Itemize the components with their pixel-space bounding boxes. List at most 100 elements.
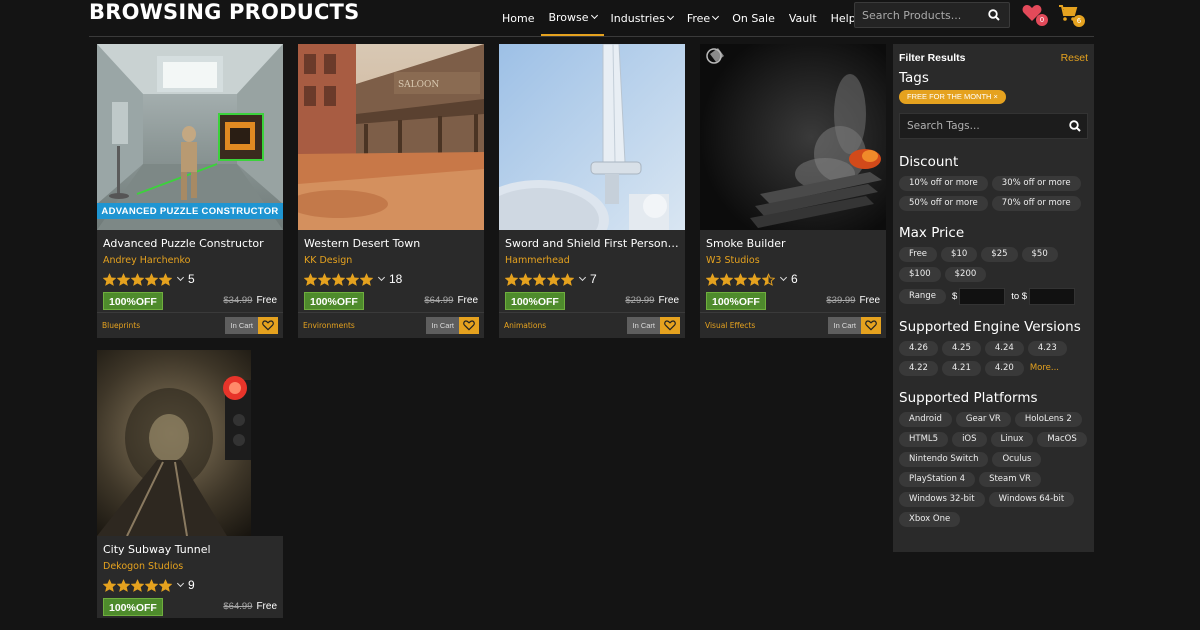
product-card[interactable]: ADVANCED PUZZLE CONSTRUCTOR Advanced Puz… [97,44,283,338]
rating-count: 9 [188,578,195,592]
product-name[interactable]: Sword and Shield First Person An... [505,236,679,252]
product-category[interactable]: Environments [303,321,355,330]
product-rating[interactable]: 5 [103,271,277,287]
product-rating[interactable]: 18 [304,271,478,287]
product-card[interactable]: Smoke Builder W3 Studios 6 100%OFF $39.9… [700,44,886,338]
tag-search-input[interactable] [907,120,1057,132]
discount-option[interactable]: 30% off or more [991,176,1081,191]
product-author[interactable]: Hammerhead [505,254,679,268]
product-category[interactable]: Animations [504,321,546,330]
platform-option[interactable]: Gear VR [955,412,1011,427]
star-filled-icon [519,272,532,286]
product-rating[interactable]: 7 [505,271,679,287]
star-filled-icon [505,272,518,286]
engine-version-option[interactable]: 4.26 [899,341,938,356]
nav-browse[interactable]: Browse [541,0,604,36]
platform-option[interactable]: Oculus [992,452,1042,467]
product-thumbnail[interactable] [700,44,886,230]
reset-filters-link[interactable]: Reset [1061,52,1088,64]
product-category[interactable]: Blueprints [102,321,140,330]
tags-heading: Tags [899,70,929,86]
platform-option[interactable]: Windows 64-bit [988,492,1075,507]
in-cart-button[interactable]: In Cart [426,317,459,334]
discount-option[interactable]: 10% off or more [899,176,988,191]
product-search-input[interactable] [855,8,983,22]
engine-version-option[interactable]: 4.21 [941,361,981,376]
range-max-input[interactable] [1029,288,1076,305]
original-price: $29.99 [625,295,655,306]
star-rating [505,272,575,286]
engine-versions-more-link[interactable]: More... [1028,361,1061,376]
in-cart-button[interactable]: In Cart [627,317,660,334]
product-card[interactable]: Sword and Shield First Person An... Hamm… [499,44,685,338]
product-card[interactable]: SALOON Western Desert Town KK Design 18 … [298,44,484,338]
wishlist-toggle[interactable] [660,317,680,334]
platform-option[interactable]: Linux [990,432,1034,447]
platform-option[interactable]: PlayStation 4 [899,472,976,487]
cart-button[interactable]: 6 [1058,4,1085,27]
product-author[interactable]: Andrey Harchenko [103,254,277,268]
product-author[interactable]: KK Design [304,254,478,268]
product-name[interactable]: City Subway Tunnel [103,542,277,558]
engine-version-option[interactable]: 4.22 [899,361,938,376]
price-option[interactable]: $10 [941,247,978,262]
platform-option[interactable]: iOS [952,432,987,447]
price-option[interactable]: $25 [981,247,1018,262]
wishlist-toggle[interactable] [459,317,479,334]
price-option[interactable]: $50 [1021,247,1058,262]
nav-industries[interactable]: Industries [604,0,680,36]
filter-results-title: Filter Results [899,51,966,64]
product-rating[interactable]: 6 [706,271,880,287]
nav-free[interactable]: Free [680,0,725,36]
chevron-down-icon [666,12,674,20]
price-option[interactable]: $100 [899,267,941,282]
search-icon[interactable] [1069,120,1081,132]
product-thumbnail[interactable] [499,44,685,230]
product-author[interactable]: Dekogon Studios [103,560,277,574]
discount-option[interactable]: 70% off or more [991,196,1081,211]
product-rating[interactable]: 9 [103,577,277,593]
engine-version-option[interactable]: 4.23 [1027,341,1067,356]
product-thumbnail[interactable] [97,350,283,536]
product-name[interactable]: Western Desert Town [304,236,478,252]
nav-vault[interactable]: Vault [782,0,824,36]
platform-option[interactable]: MacOS [1037,432,1087,447]
platform-option[interactable]: Android [899,412,952,427]
product-thumbnail[interactable]: SALOON [298,44,484,230]
wishlist-toggle[interactable] [861,317,881,334]
product-author[interactable]: W3 Studios [706,254,880,268]
search-button[interactable] [983,3,1005,27]
platform-option[interactable]: Windows 32-bit [899,492,985,507]
platform-option[interactable]: Xbox One [899,512,961,527]
wishlist-button[interactable]: 0 [1022,4,1048,26]
discount-badge: 100%OFF [103,291,163,310]
platform-option[interactable]: HoloLens 2 [1014,412,1082,427]
discount-badge: 100%OFF [304,291,364,310]
engine-version-option[interactable]: 4.25 [941,341,981,356]
wishlist-toggle[interactable] [258,317,278,334]
in-cart-button[interactable]: In Cart [225,317,258,334]
nav-on-sale[interactable]: On Sale [725,0,782,36]
product-card[interactable]: City Subway Tunnel Dekogon Studios 9 100… [97,350,283,618]
platform-option[interactable]: HTML5 [899,432,949,447]
platform-option[interactable]: Nintendo Switch [899,452,989,467]
range-button[interactable]: Range [899,289,946,304]
active-tag-chip[interactable]: FREE FOR THE MONTH × [899,90,1006,104]
platform-option[interactable]: Steam VR [979,472,1041,487]
original-price: $64.99 [424,295,454,306]
product-name[interactable]: Smoke Builder [706,236,880,252]
nav-home[interactable]: Home [495,0,541,36]
price-option[interactable]: Free [899,247,938,262]
star-filled-icon [117,272,130,286]
price-option[interactable]: $200 [944,267,987,282]
product-category[interactable]: Visual Effects [705,321,755,330]
product-name[interactable]: Advanced Puzzle Constructor [103,236,277,252]
product-thumbnail[interactable]: ADVANCED PUZZLE CONSTRUCTOR [97,44,283,230]
in-cart-button[interactable]: In Cart [828,317,861,334]
discount-option[interactable]: 50% off or more [899,196,988,211]
star-filled-icon [117,578,130,592]
engine-version-option[interactable]: 4.24 [984,341,1024,356]
engine-version-option[interactable]: 4.20 [984,361,1024,376]
range-min-input[interactable] [959,288,1006,305]
rating-count: 18 [389,272,403,286]
